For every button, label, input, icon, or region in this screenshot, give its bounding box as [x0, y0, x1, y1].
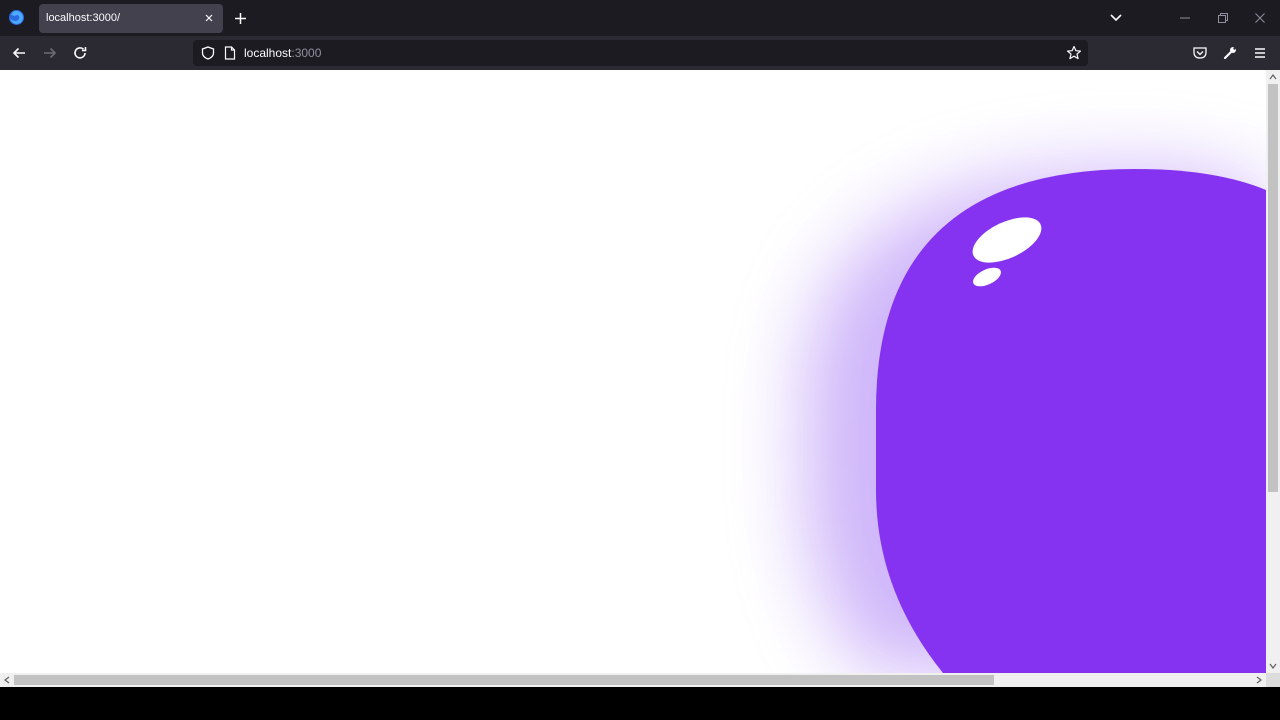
scroll-right-icon[interactable]: [1254, 675, 1264, 685]
shield-icon[interactable]: [201, 46, 215, 60]
reload-icon[interactable]: [72, 45, 88, 61]
window-bottom-edge: [0, 687, 1280, 720]
close-icon[interactable]: [202, 11, 216, 25]
horizontal-scroll-thumb[interactable]: [14, 675, 994, 685]
scroll-down-icon[interactable]: [1268, 661, 1278, 671]
navigation-toolbar: localhost:3000: [0, 36, 1280, 70]
tab-strip: localhost:3000/: [0, 0, 1280, 36]
page-icon[interactable]: [224, 46, 236, 60]
arrow-right-icon[interactable]: [42, 45, 58, 61]
chevron-down-icon[interactable]: [1108, 12, 1124, 24]
vertical-scroll-thumb[interactable]: [1268, 84, 1278, 492]
page-viewport: [0, 70, 1266, 673]
tab-title: localhost:3000/: [46, 12, 120, 24]
arrow-left-icon[interactable]: [11, 45, 27, 61]
tab-localhost[interactable]: localhost:3000/: [39, 4, 223, 33]
minimize-icon[interactable]: [1179, 12, 1191, 24]
firefox-icon: [8, 9, 25, 26]
star-icon[interactable]: [1066, 45, 1082, 61]
pocket-icon[interactable]: [1192, 45, 1208, 61]
wrench-icon[interactable]: [1222, 45, 1238, 61]
blob-body: [876, 169, 1266, 673]
url-host: localhost: [244, 46, 292, 60]
close-icon[interactable]: [1254, 12, 1266, 24]
purple-blob-graphic: [805, 169, 1266, 673]
hamburger-menu-icon[interactable]: [1252, 45, 1268, 61]
url-text[interactable]: localhost:3000: [244, 46, 321, 60]
plus-icon[interactable]: [232, 10, 249, 27]
scroll-up-icon[interactable]: [1268, 72, 1278, 82]
scrollbar-corner: [1266, 673, 1280, 687]
url-bar[interactable]: localhost:3000: [193, 40, 1088, 66]
vertical-scrollbar[interactable]: [1266, 70, 1280, 673]
scroll-left-icon[interactable]: [2, 675, 12, 685]
horizontal-scrollbar[interactable]: [0, 673, 1266, 687]
url-port: :3000: [291, 46, 322, 60]
restore-icon[interactable]: [1217, 12, 1229, 24]
